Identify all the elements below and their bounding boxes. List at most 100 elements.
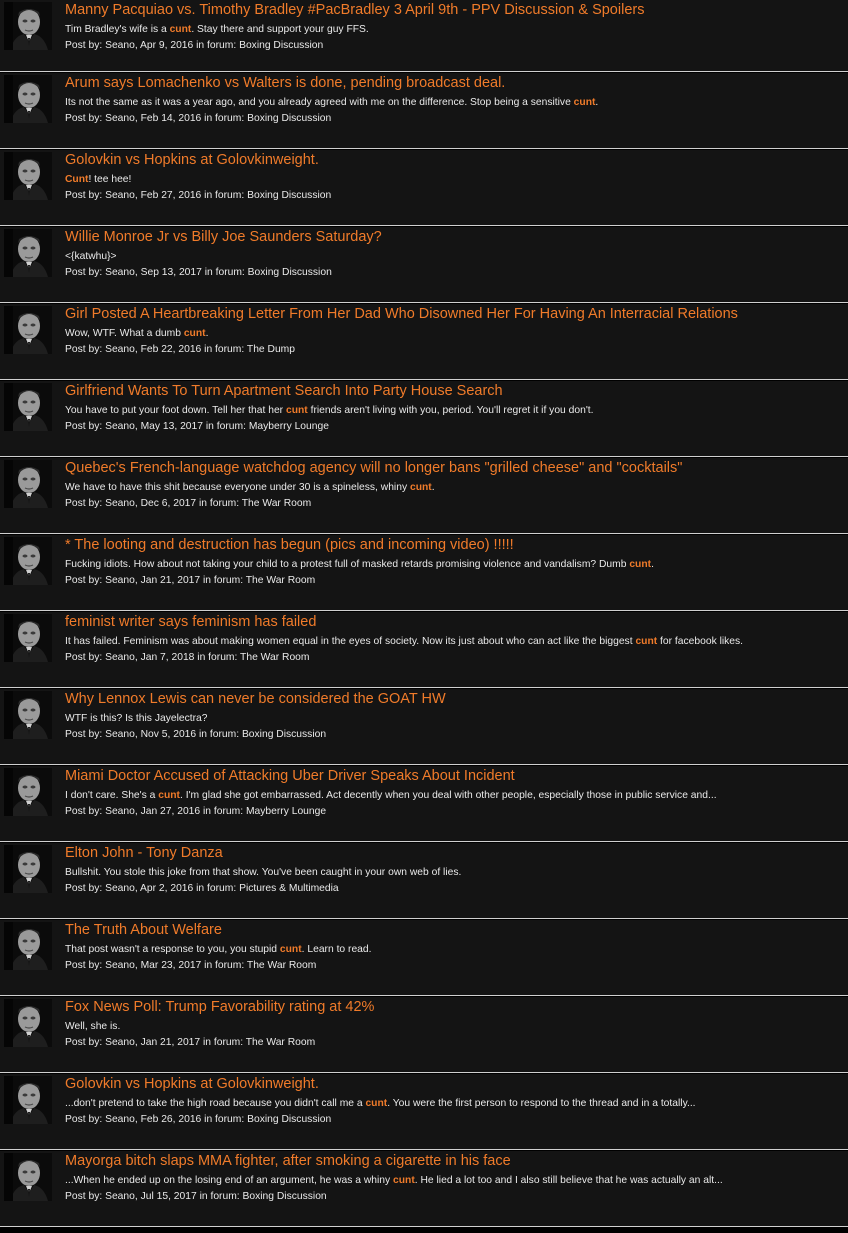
godfather-avatar-icon[interactable] [4, 383, 52, 431]
poster-name-link[interactable]: Seano [105, 883, 135, 894]
thread-title-link[interactable]: Girlfriend Wants To Turn Apartment Searc… [65, 382, 503, 400]
post-snippet: Bullshit. You stole this joke from that … [65, 866, 461, 880]
godfather-avatar-icon[interactable] [4, 229, 52, 277]
snippet-text: We have to have this shit because everyo… [65, 482, 410, 493]
forum-name-link[interactable]: Boxing Discussion [243, 1191, 327, 1202]
search-result-item: The Truth About Welfare That post wasn't… [0, 920, 848, 996]
godfather-avatar-icon[interactable] [4, 614, 52, 662]
godfather-avatar-icon[interactable] [4, 537, 52, 585]
snippet-text: Fucking idiots. How about not taking you… [65, 559, 630, 570]
in-forum-label: in forum: [196, 883, 237, 894]
forum-name-link[interactable]: The War Room [247, 960, 316, 971]
poster-name-link[interactable]: Seano [105, 1191, 135, 1202]
snippet-text: . I'm glad she got embarrassed. Act dece… [179, 790, 717, 801]
in-forum-label: in forum: [203, 806, 244, 817]
godfather-avatar-icon[interactable] [4, 152, 52, 200]
poster-name-link[interactable]: Seano [105, 652, 135, 663]
godfather-avatar-icon[interactable] [4, 75, 52, 123]
forum-name-link[interactable]: Mayberry Lounge [246, 806, 326, 817]
poster-name-link[interactable]: Seano [105, 190, 135, 201]
in-forum-label: in forum: [204, 344, 245, 355]
snippet-text: You have to put your foot down. Tell her… [65, 405, 286, 416]
post-meta: Post by: Seano, Feb 26, 2016 in forum: B… [65, 1113, 331, 1127]
forum-name-link[interactable]: Boxing Discussion [247, 190, 331, 201]
search-result-item: Girlfriend Wants To Turn Apartment Searc… [0, 381, 848, 457]
godfather-avatar-icon[interactable] [4, 845, 52, 893]
forum-name-link[interactable]: The Dump [247, 344, 295, 355]
poster-name-link[interactable]: Seano [105, 344, 135, 355]
poster-name-link[interactable]: Seano [105, 498, 135, 509]
post-date: Nov 5, 2016 [140, 729, 197, 740]
thread-title-link[interactable]: Willie Monroe Jr vs Billy Joe Saunders S… [65, 228, 382, 246]
in-forum-label: in forum: [204, 113, 245, 124]
forum-name-link[interactable]: Boxing Discussion [239, 40, 323, 51]
thread-title-link[interactable]: Arum says Lomachenko vs Walters is done,… [65, 74, 505, 92]
post-snippet: <{katwhu}> [65, 250, 117, 264]
thread-title-link[interactable]: * The looting and destruction has begun … [65, 536, 514, 554]
forum-name-link[interactable]: Boxing Discussion [247, 113, 331, 124]
highlighted-term: cunt [635, 636, 658, 647]
godfather-avatar-icon[interactable] [4, 306, 52, 354]
in-forum-label: in forum: [204, 267, 245, 278]
post-date: Feb 26, 2016 [140, 1114, 202, 1125]
forum-name-link[interactable]: Boxing Discussion [247, 1114, 331, 1125]
thread-title-link[interactable]: Golovkin vs Hopkins at Golovkinweight. [65, 1075, 319, 1093]
poster-name-link[interactable]: Seano [105, 1114, 135, 1125]
posted-by-label: Post by: [65, 652, 103, 663]
search-results-list: Manny Pacquiao vs. Timothy Bradley #PacB… [0, 0, 848, 1228]
godfather-avatar-icon[interactable] [4, 922, 52, 970]
search-result-item: Miami Doctor Accused of Attacking Uber D… [0, 766, 848, 842]
poster-name-link[interactable]: Seano [105, 40, 135, 51]
snippet-text: Tim Bradley's wife is a [65, 24, 170, 35]
forum-name-link[interactable]: Boxing Discussion [248, 267, 332, 278]
godfather-avatar-icon[interactable] [4, 691, 52, 739]
godfather-avatar-icon[interactable] [4, 768, 52, 816]
poster-name-link[interactable]: Seano [105, 1037, 135, 1048]
forum-name-link[interactable]: Boxing Discussion [242, 729, 326, 740]
thread-title-link[interactable]: Manny Pacquiao vs. Timothy Bradley #PacB… [65, 1, 644, 19]
in-forum-label: in forum: [205, 421, 246, 432]
highlighted-term: Cunt [65, 174, 89, 185]
snippet-text: ...When he ended up on the losing end of… [65, 1175, 394, 1186]
thread-title-link[interactable]: Fox News Poll: Trump Favorability rating… [65, 998, 374, 1016]
post-snippet: Tim Bradley's wife is a cunt. Stay there… [65, 23, 369, 37]
thread-title-link[interactable]: Girl Posted A Heartbreaking Letter From … [65, 305, 738, 323]
godfather-avatar-icon[interactable] [4, 999, 52, 1047]
post-snippet: That post wasn't a response to you, you … [65, 943, 372, 957]
poster-name-link[interactable]: Seano [105, 267, 135, 278]
post-meta: Post by: Seano, May 13, 2017 in forum: M… [65, 420, 329, 434]
thread-title-link[interactable]: Mayorga bitch slaps MMA fighter, after s… [65, 1152, 511, 1170]
forum-name-link[interactable]: The War Room [246, 1037, 315, 1048]
godfather-avatar-icon[interactable] [4, 460, 52, 508]
poster-name-link[interactable]: Seano [105, 806, 135, 817]
snippet-text: Bullshit. You stole this joke from that … [65, 867, 462, 878]
poster-name-link[interactable]: Seano [105, 960, 135, 971]
thread-title-link[interactable]: Why Lennox Lewis can never be considered… [65, 690, 446, 708]
highlighted-term: cunt [629, 559, 652, 570]
forum-name-link[interactable]: The War Room [246, 575, 315, 586]
thread-title-link[interactable]: Golovkin vs Hopkins at Golovkinweight. [65, 151, 319, 169]
post-snippet: It has failed. Feminism was about making… [65, 635, 743, 649]
post-date: Apr 2, 2016 [140, 883, 194, 894]
forum-name-link[interactable]: Mayberry Lounge [249, 421, 329, 432]
thread-title-link[interactable]: Elton John - Tony Danza [65, 844, 223, 862]
snippet-text: . Stay there and support your guy FFS. [191, 24, 369, 35]
poster-name-link[interactable]: Seano [105, 113, 135, 124]
godfather-avatar-icon[interactable] [4, 2, 52, 50]
forum-name-link[interactable]: The War Room [240, 652, 309, 663]
poster-name-link[interactable]: Seano [105, 729, 135, 740]
thread-title-link[interactable]: feminist writer says feminism has failed [65, 613, 316, 631]
thread-title-link[interactable]: The Truth About Welfare [65, 921, 222, 939]
thread-title-link[interactable]: Miami Doctor Accused of Attacking Uber D… [65, 767, 515, 785]
forum-name-link[interactable]: The War Room [242, 498, 311, 509]
post-meta: Post by: Seano, Feb 14, 2016 in forum: B… [65, 112, 331, 126]
godfather-avatar-icon[interactable] [4, 1153, 52, 1201]
in-forum-label: in forum: [203, 575, 244, 586]
poster-name-link[interactable]: Seano [105, 421, 135, 432]
thread-title-link[interactable]: Quebec's French-language watchdog agency… [65, 459, 682, 477]
post-date: Feb 14, 2016 [140, 113, 202, 124]
in-forum-label: in forum: [199, 729, 240, 740]
godfather-avatar-icon[interactable] [4, 1076, 52, 1124]
forum-name-link[interactable]: Pictures & Multimedia [239, 883, 339, 894]
poster-name-link[interactable]: Seano [105, 575, 135, 586]
